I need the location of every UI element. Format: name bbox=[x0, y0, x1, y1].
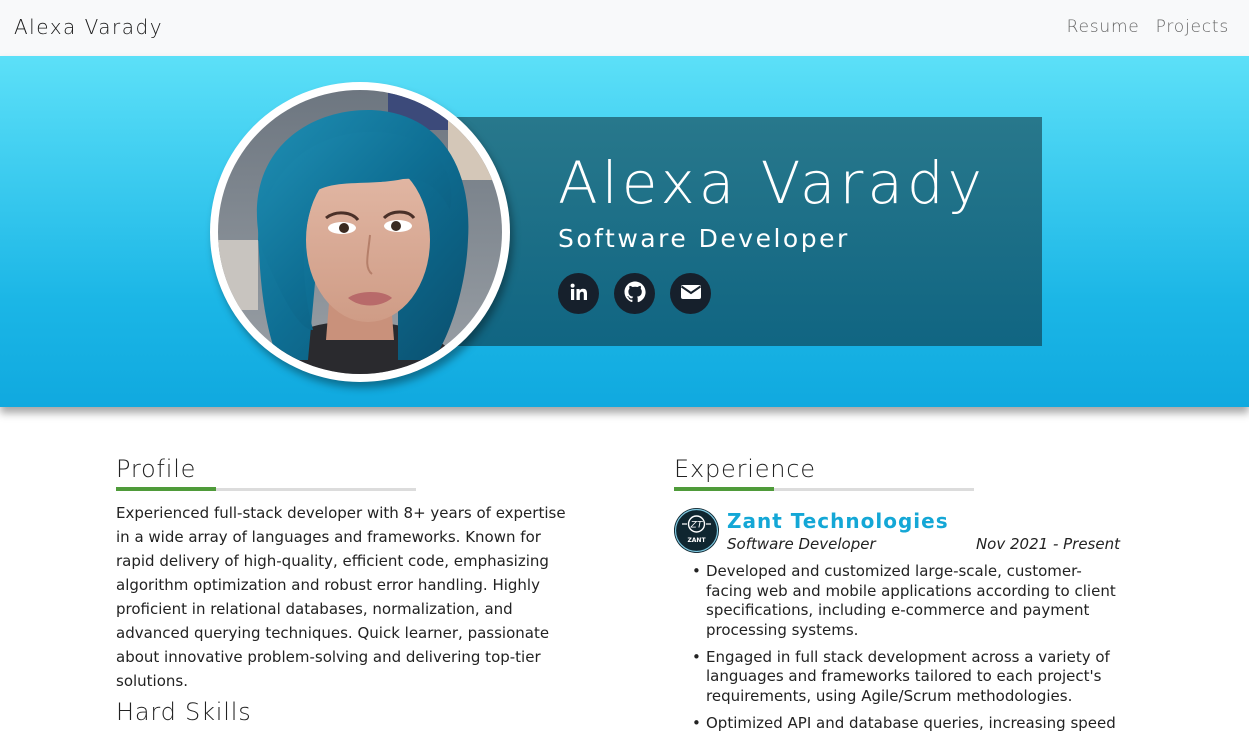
profile-heading-rule bbox=[116, 487, 416, 491]
profile-summary: Experienced full-stack developer with 8+… bbox=[116, 504, 566, 690]
job-highlights: Developed and customized large-scale, cu… bbox=[692, 562, 1126, 731]
job-title: Software Developer bbox=[727, 535, 876, 553]
experience-heading-rule bbox=[674, 487, 974, 491]
svg-text:ZANT: ZANT bbox=[687, 537, 706, 544]
github-icon bbox=[623, 280, 647, 308]
company-logo: ZT ZANT bbox=[674, 508, 719, 553]
hero-title: Software Developer bbox=[558, 224, 850, 253]
linkedin-icon bbox=[569, 282, 589, 306]
hero-name: Alexa Varady bbox=[558, 149, 987, 217]
experience-heading: Experience bbox=[674, 455, 816, 483]
brand-link[interactable]: Alexa Varady bbox=[14, 15, 163, 39]
nav-link-resume[interactable]: Resume bbox=[1067, 17, 1140, 37]
svg-text:ZT: ZT bbox=[690, 521, 704, 531]
nav-link-projects[interactable]: Projects bbox=[1156, 17, 1229, 37]
company-name: Zant Technologies bbox=[727, 509, 949, 533]
nav-links: Resume Projects bbox=[1067, 17, 1229, 37]
list-item: Developed and customized large-scale, cu… bbox=[692, 562, 1126, 640]
list-item: Engaged in full stack development across… bbox=[692, 648, 1126, 707]
navbar: Alexa Varady Resume Projects bbox=[0, 0, 1249, 56]
portrait-illustration bbox=[218, 90, 502, 374]
social-links bbox=[558, 273, 711, 314]
profile-photo-frame bbox=[210, 82, 510, 382]
github-button[interactable] bbox=[614, 273, 655, 314]
envelope-icon bbox=[680, 284, 701, 304]
hero-banner: Alexa Varady Software Developer bbox=[0, 56, 1249, 407]
job-dates: Nov 2021 - Present bbox=[975, 535, 1120, 553]
linkedin-button[interactable] bbox=[558, 273, 599, 314]
profile-photo bbox=[218, 90, 502, 374]
hard-skills-heading: Hard Skills bbox=[116, 698, 252, 726]
email-button[interactable] bbox=[670, 273, 711, 314]
heading-accent bbox=[674, 487, 774, 491]
heading-accent bbox=[116, 487, 216, 491]
list-item: Optimized API and database queries, incr… bbox=[692, 714, 1126, 731]
profile-heading: Profile bbox=[116, 455, 197, 483]
zant-logo-icon: ZT ZANT bbox=[674, 508, 719, 553]
